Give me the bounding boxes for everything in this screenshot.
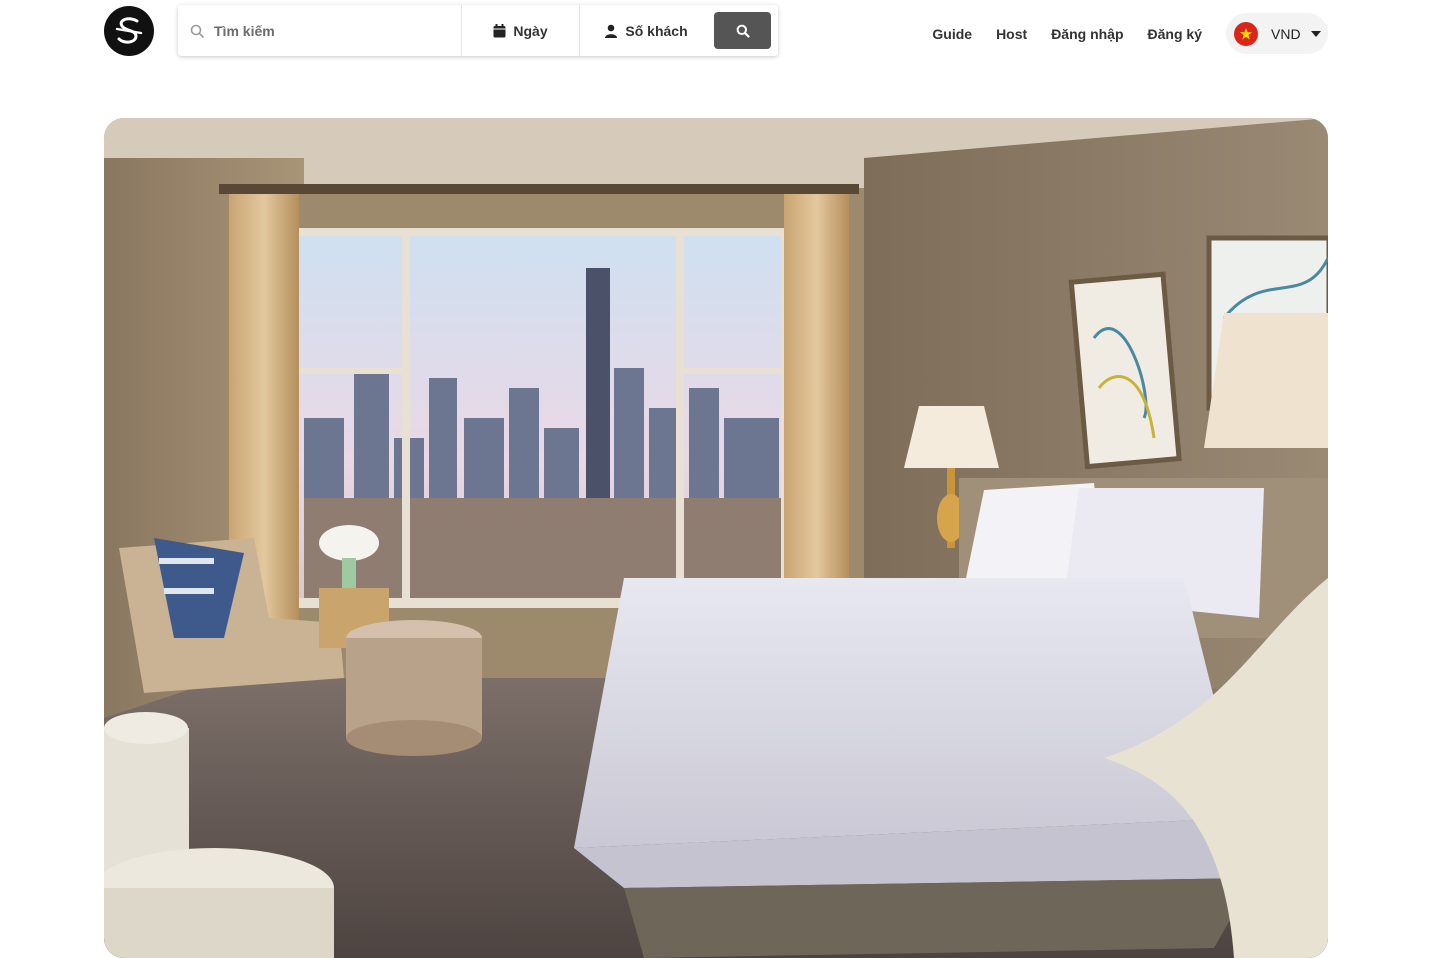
date-label: Ngày	[513, 22, 548, 39]
user-icon	[604, 24, 618, 38]
calendar-icon	[493, 23, 506, 38]
search-icon	[736, 24, 750, 38]
search-button[interactable]	[714, 12, 771, 49]
search-bar: Ngày Số khách	[178, 5, 778, 56]
currency-selector[interactable]: VND	[1226, 13, 1328, 54]
nav-guide-link[interactable]: Guide	[932, 26, 972, 42]
hotel-bedroom-illustration	[104, 118, 1328, 958]
s-logo-icon	[115, 17, 143, 44]
chevron-down-icon	[1310, 30, 1321, 37]
guests-label: Số khách	[625, 22, 688, 39]
search-icon	[190, 24, 204, 38]
vietnam-flag-icon	[1234, 21, 1258, 46]
search-input[interactable]	[212, 21, 446, 40]
nav-host-link[interactable]: Host	[996, 26, 1027, 42]
date-button[interactable]: Ngày	[462, 5, 580, 56]
hero-image	[104, 118, 1328, 958]
nav-signup-link[interactable]: Đăng ký	[1148, 26, 1202, 42]
top-nav: Guide Host Đăng nhập Đăng ký VND	[932, 13, 1328, 54]
currency-code: VND	[1271, 25, 1301, 42]
search-field[interactable]	[178, 5, 462, 56]
guests-button[interactable]: Số khách	[580, 5, 712, 56]
nav-login-link[interactable]: Đăng nhập	[1051, 26, 1123, 42]
brand-logo[interactable]	[104, 6, 154, 56]
